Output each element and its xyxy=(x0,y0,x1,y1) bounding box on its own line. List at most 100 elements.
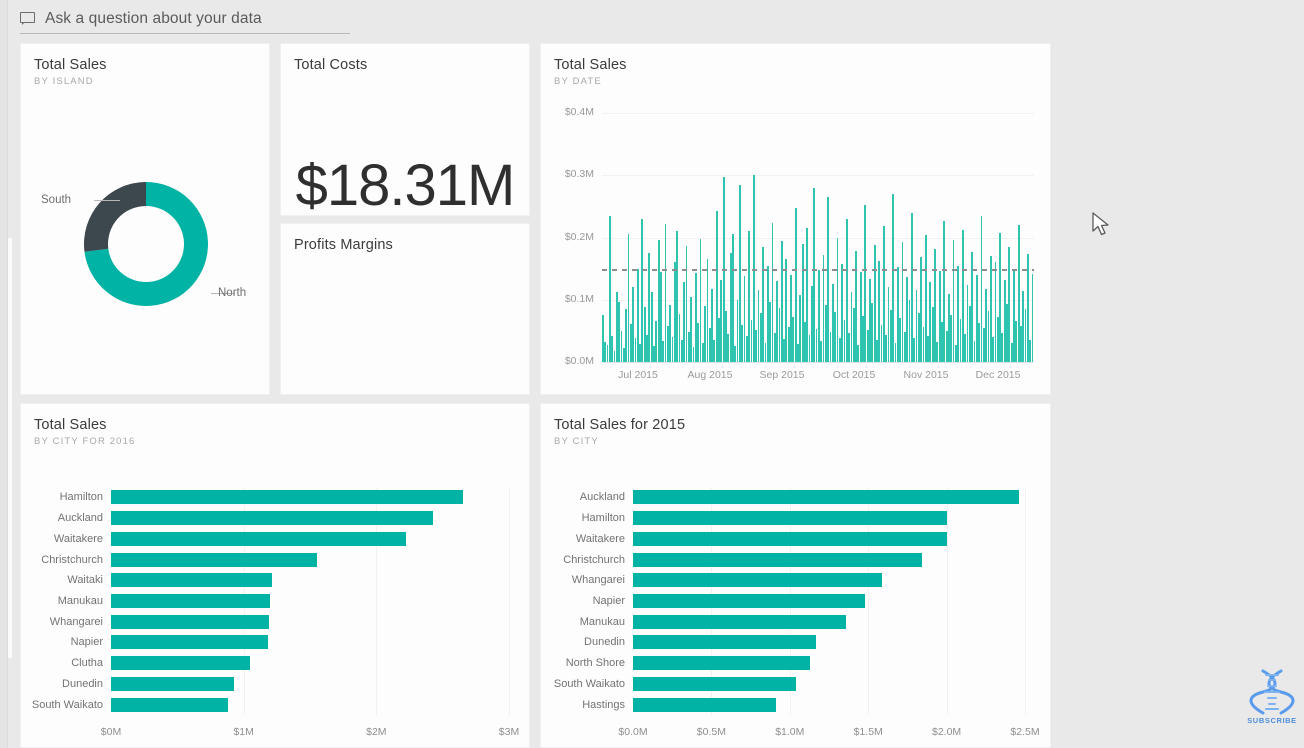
bar-chart-row[interactable]: South Waikato xyxy=(32,694,509,715)
bar-value[interactable] xyxy=(111,531,406,546)
bar-value[interactable] xyxy=(633,656,811,671)
bar-category-label: Manukau xyxy=(57,594,103,607)
tile-total-sales-by-date[interactable]: Total Sales BY DATE $0.0M $0.1M $0.2M $0.3M… xyxy=(540,43,1051,395)
bar-chart-2015-plot-area[interactable]: Auckland Hamilton Waitakere Christchurch Wha… xyxy=(554,487,1026,715)
bar-value[interactable] xyxy=(633,573,883,588)
bar-category-label: Waitakere xyxy=(575,532,625,545)
bar-value[interactable] xyxy=(633,614,847,629)
bar-chart-row[interactable]: Christchurch xyxy=(563,549,1025,570)
donut-chart[interactable] xyxy=(81,179,211,309)
bar-chart-row[interactable]: Hamilton xyxy=(60,487,509,508)
bar-chart-gridline xyxy=(1025,487,1026,715)
timeseries-x-tick: Jul 2015 xyxy=(618,369,658,381)
bar-category-label: Dunedin xyxy=(584,636,625,649)
bar-chart-row[interactable]: Napier xyxy=(71,632,509,653)
bar-value[interactable] xyxy=(111,511,434,526)
timeseries-x-tick: Dec 2015 xyxy=(975,369,1021,381)
bar-category-label: Dunedin xyxy=(62,677,103,690)
bar-value[interactable] xyxy=(111,573,272,588)
bar-category-label: Whangarei xyxy=(571,574,625,587)
tile-title: Total Sales xyxy=(34,57,107,73)
bar-chart-x-tick: $1.0M xyxy=(775,726,805,738)
bar-value[interactable] xyxy=(111,593,271,608)
bar-value[interactable] xyxy=(633,490,1019,505)
bar-chart-row[interactable]: Waitaki xyxy=(67,570,509,591)
bar-chart-row[interactable]: Whangarei xyxy=(50,611,509,632)
bar-value[interactable] xyxy=(111,552,317,567)
bar-category-label: Hamilton xyxy=(581,512,625,525)
tile-profit-margins[interactable]: Profits Margins 37.7% xyxy=(280,223,530,580)
tile-title: Profits Margins xyxy=(294,237,393,253)
subscribe-watermark[interactable]: SUBSCRIBE xyxy=(1243,668,1301,730)
bar-chart-row[interactable]: Manukau xyxy=(58,591,509,612)
arrow-cursor xyxy=(1092,212,1112,243)
timeseries-x-tick: Sep 2015 xyxy=(759,369,805,381)
tile-total-sales-by-city-2015[interactable]: Total Sales for 2015 BY CITY Auckland Ham… xyxy=(540,403,1051,748)
bar-value[interactable] xyxy=(633,697,776,712)
timeseries-bar[interactable] xyxy=(732,234,734,362)
tile-total-costs[interactable]: Total Costs $18.31M xyxy=(280,43,530,218)
tile-header: Total Costs xyxy=(294,57,367,73)
bar-chart-row[interactable]: Christchurch xyxy=(41,549,509,570)
tile-title: Total Sales xyxy=(554,57,627,73)
bar-chart-x-tick: $3M xyxy=(498,726,520,738)
bar-value[interactable] xyxy=(633,552,922,567)
bar-category-label: Christchurch xyxy=(41,553,103,566)
tile-total-sales-by-island[interactable]: Total Sales BY ISLAND South North xyxy=(20,43,270,395)
bar-chart-row[interactable]: Auckland xyxy=(58,508,509,529)
tile-subtitle: BY CITY xyxy=(554,436,599,447)
bar-value[interactable] xyxy=(633,511,947,526)
tile-header: Total Sales BY CITY FOR 2016 xyxy=(34,417,135,447)
bar-chart-row[interactable]: Waitakere xyxy=(576,528,1025,549)
bar-value[interactable] xyxy=(111,656,251,671)
bar-value[interactable] xyxy=(633,635,817,650)
timeseries-y-tick: $0.0M xyxy=(564,355,594,367)
timeseries-y-tick: $0.4M xyxy=(564,106,594,118)
bar-chart-row[interactable]: Waitakere xyxy=(54,528,509,549)
bar-chart-row[interactable]: Dunedin xyxy=(584,632,1025,653)
bar-chart-row[interactable]: Auckland xyxy=(580,487,1025,508)
bar-chart-x-tick: $2.0M xyxy=(932,726,962,738)
left-edge-panel-sliver xyxy=(8,238,12,658)
bar-chart-x-tick: $0.5M xyxy=(696,726,726,738)
bar-value[interactable] xyxy=(111,614,269,629)
bar-value[interactable] xyxy=(633,593,866,608)
left-edge-nav-sliver[interactable] xyxy=(0,0,8,748)
bar-category-label: Napier xyxy=(70,636,103,649)
bar-chart-row[interactable]: Whangarei xyxy=(572,570,1025,591)
timeseries-bar[interactable] xyxy=(892,193,895,362)
tile-total-sales-by-city-2016[interactable]: Total Sales BY CITY FOR 2016 Hamilton Auc… xyxy=(20,403,530,748)
dna-helix-icon xyxy=(1249,669,1295,715)
bar-category-label: Hamilton xyxy=(59,491,103,504)
bar-chart-x-tick: $1.5M xyxy=(853,726,883,738)
bar-chart-row[interactable]: Hastings xyxy=(582,694,1025,715)
bar-chart-2016-plot-area[interactable]: Hamilton Auckland Waitakere Christchurch Wai… xyxy=(32,487,510,715)
tile-header: Total Sales for 2015 BY CITY xyxy=(554,417,685,447)
bar-chart-row[interactable]: North Shore xyxy=(566,653,1025,674)
bar-value[interactable] xyxy=(633,531,947,546)
timeseries-bar[interactable] xyxy=(794,207,797,362)
bar-value[interactable] xyxy=(111,697,228,712)
bar-chart-row[interactable]: Clutha xyxy=(71,653,509,674)
timeseries-gridline xyxy=(602,175,1034,177)
timeseries-gridline xyxy=(602,237,1034,239)
bar-chart-row[interactable]: Napier xyxy=(593,591,1025,612)
timeseries-bar[interactable] xyxy=(1031,273,1034,362)
bar-chart-x-tick: $0.0M xyxy=(618,726,648,738)
bar-value[interactable] xyxy=(633,676,797,691)
timeseries-plot-area[interactable] xyxy=(602,113,1034,363)
bar-value[interactable] xyxy=(111,676,235,691)
qna-placeholder: Ask a question about your data xyxy=(45,9,262,27)
bar-chart-row[interactable]: Manukau xyxy=(580,611,1025,632)
bar-chart-row[interactable]: Hamilton xyxy=(582,508,1025,529)
donut-slice-south[interactable] xyxy=(84,182,146,252)
bar-category-label: North Shore xyxy=(565,657,625,670)
bar-category-label: Auckland xyxy=(579,491,625,504)
bar-value[interactable] xyxy=(111,490,463,505)
bar-category-label: Napier xyxy=(592,594,625,607)
bar-chart-x-tick: $2M xyxy=(366,726,387,738)
qna-search-bar[interactable]: Ask a question about your data xyxy=(20,4,350,34)
bar-chart-row[interactable]: Dunedin xyxy=(62,674,509,695)
bar-value[interactable] xyxy=(111,635,268,650)
bar-chart-row[interactable]: South Waikato xyxy=(554,674,1025,695)
